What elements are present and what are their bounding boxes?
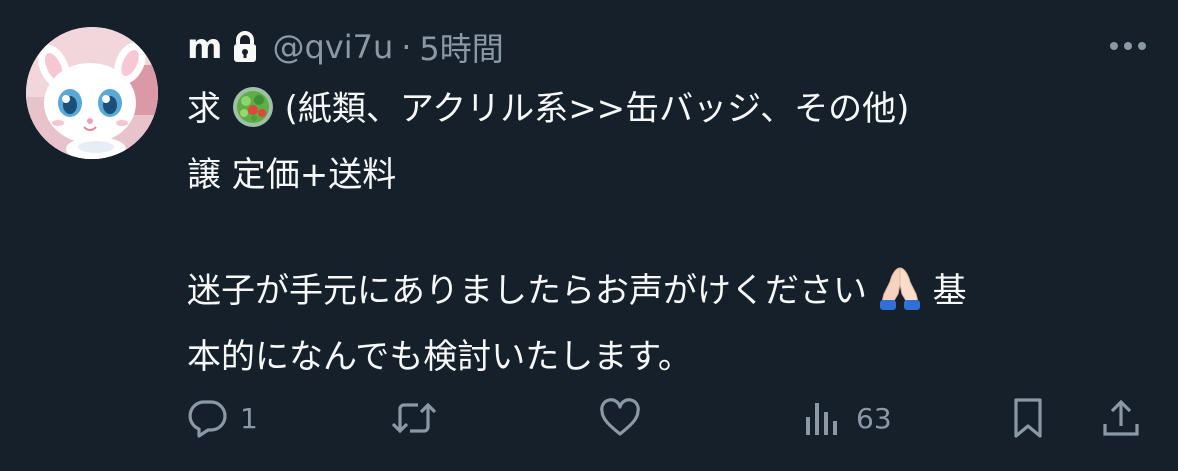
- tweet-text-line-1: 求 (紙類、アクリル系>>缶バッジ、その他): [187, 80, 1147, 146]
- views-count: 63: [856, 401, 892, 435]
- retweet-button[interactable]: [390, 390, 450, 446]
- tweet[interactable]: m @qvi7u · 5時間 求 (紙類、アクリル系>>缶バッジ、その他) 譲 …: [0, 0, 1178, 471]
- lost-child-text-tail: 基: [932, 271, 967, 311]
- reply-button[interactable]: 1: [186, 390, 258, 446]
- lock-icon: [232, 30, 258, 64]
- tweet-header: m @qvi7u · 5時間: [187, 22, 504, 72]
- avatar[interactable]: [26, 27, 158, 159]
- tweet-text-line-3: 迷子が手元にありましたらお声がけください 基: [187, 262, 1147, 328]
- avatar-white-cat-image: [26, 27, 158, 159]
- user-handle[interactable]: @qvi7u: [272, 28, 393, 66]
- more-dots-icon[interactable]: [1108, 36, 1148, 56]
- tweet-actions: 1 63: [0, 390, 1178, 446]
- share-icon: [1100, 396, 1142, 440]
- bookmark-button[interactable]: [1008, 390, 1048, 446]
- tweet-text-line-2: 譲 定価+送料: [187, 155, 397, 195]
- reply-icon: [186, 397, 228, 439]
- timestamp[interactable]: 5時間: [419, 24, 503, 70]
- display-name[interactable]: m: [187, 27, 222, 67]
- separator-dot: ·: [401, 28, 412, 66]
- tweet-text: 求 (紙類、アクリル系>>缶バッジ、その他) 譲 定価+送料 迷子が手元にありま…: [187, 80, 1147, 386]
- lost-child-text: 迷子が手元にありましたらお声がけください: [187, 271, 867, 311]
- heart-icon: [598, 397, 642, 439]
- want-items: (紙類、アクリル系>>缶バッジ、その他): [284, 89, 910, 129]
- retweet-icon: [390, 397, 438, 439]
- tweet-text-line-4: 本的になんでも検討いたします。: [187, 337, 692, 377]
- salad-emoji: [232, 86, 274, 146]
- want-label: 求: [187, 89, 221, 129]
- like-button[interactable]: [598, 390, 654, 446]
- bookmark-icon: [1008, 396, 1048, 440]
- reply-count: 1: [240, 401, 258, 435]
- views-icon: [802, 397, 844, 439]
- share-button[interactable]: [1100, 390, 1142, 446]
- folded-hands-emoji: [878, 264, 922, 328]
- views-button[interactable]: 63: [802, 390, 892, 446]
